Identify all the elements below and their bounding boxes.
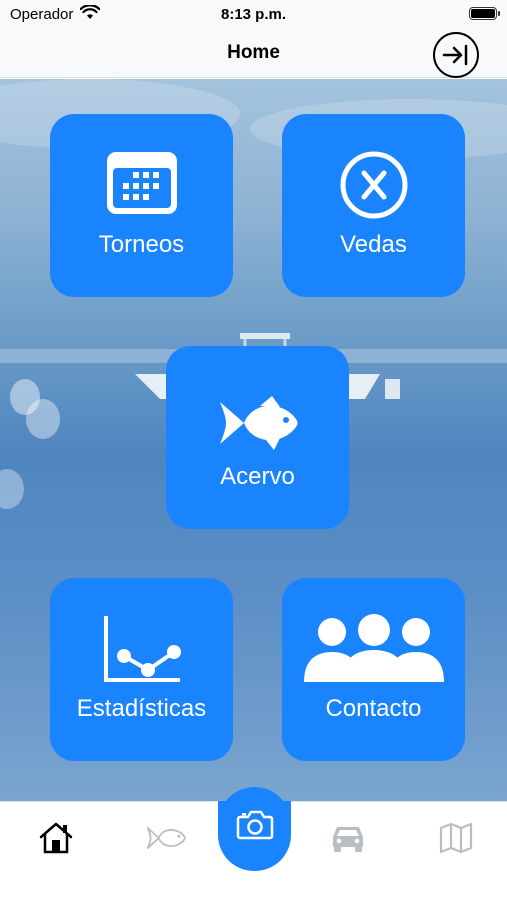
torneos-label: Torneos: [98, 231, 185, 258]
home-icon: [39, 822, 73, 854]
estadisticas-button[interactable]: Estadísticas: [50, 578, 233, 761]
navigation-bar: Home: [0, 30, 507, 78]
page-title: Home: [227, 42, 280, 63]
car-icon: [333, 827, 363, 852]
close-circle-icon: [282, 150, 465, 220]
tab-fish[interactable]: [146, 820, 186, 856]
calendar-icon: [50, 150, 233, 216]
fish-outline-icon: [146, 827, 186, 849]
tab-car[interactable]: [328, 820, 368, 856]
torneos-button[interactable]: Torneos: [50, 114, 233, 297]
vedas-label: Vedas: [340, 231, 407, 258]
vedas-button[interactable]: Vedas: [282, 114, 465, 297]
status-time: 8:13 p.m.: [220, 6, 287, 23]
acervo-label: Acervo: [220, 463, 295, 490]
status-bar: Operador 8:13 p.m.: [0, 0, 507, 30]
battery-icon: [469, 7, 500, 20]
group-icon: [282, 614, 465, 684]
tab-home[interactable]: [36, 820, 76, 856]
logout-button[interactable]: [433, 32, 479, 78]
contacto-label: Contacto: [325, 695, 422, 722]
tab-map[interactable]: [436, 820, 476, 856]
camera-icon: [236, 810, 273, 840]
tab-bar: [0, 787, 507, 900]
acervo-button[interactable]: Acervo: [166, 346, 349, 529]
map-icon: [439, 822, 473, 854]
logout-arrow-icon: [442, 44, 468, 66]
line-chart-icon: [50, 614, 233, 684]
fish-icon: [166, 394, 349, 452]
tab-camera[interactable]: [218, 787, 291, 871]
estadisticas-label: Estadísticas: [76, 695, 207, 722]
contacto-button[interactable]: Contacto: [282, 578, 465, 761]
